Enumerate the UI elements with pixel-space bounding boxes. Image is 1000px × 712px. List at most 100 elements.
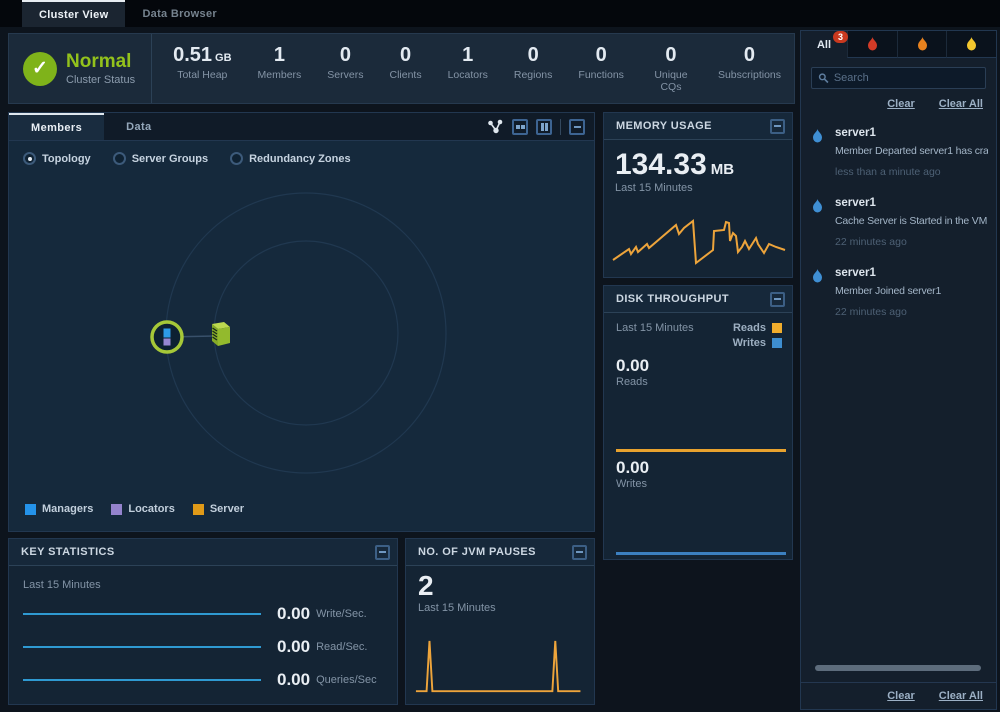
jvm-pauses-panel: NO. OF JVM PAUSES 2 Last 15 Minutes xyxy=(405,538,595,705)
disk-subtitle: Last 15 Minutes xyxy=(616,322,694,352)
radio-dot xyxy=(230,152,243,165)
locators-swatch xyxy=(111,504,122,515)
memory-sparkline xyxy=(610,214,788,272)
alerts-list: server1 Member Departed server1 has cras… xyxy=(801,118,996,328)
jvm-collapse-icon[interactable] xyxy=(572,545,587,560)
metric-servers: 0 Servers xyxy=(314,44,376,93)
tab-cluster-view[interactable]: Cluster View xyxy=(22,0,125,27)
radio-label: Redundancy Zones xyxy=(249,153,350,165)
legend-managers: Managers xyxy=(25,503,93,515)
panel-title: DISK THROUGHPUT xyxy=(616,293,770,305)
topology-legend: Managers Locators Server xyxy=(25,503,244,515)
alerts-sidebar: All 3 Clear Clear All xyxy=(800,30,997,710)
jvm-spikes-chart xyxy=(414,637,582,697)
disk-throughput-panel: DISK THROUGHPUT Last 15 Minutes Reads Wr… xyxy=(603,285,793,560)
legend-server: Server xyxy=(193,503,244,515)
clear-link[interactable]: Clear xyxy=(887,98,915,110)
disk-reads-value: 0.00 xyxy=(616,356,780,376)
panel-title: KEY STATISTICS xyxy=(21,546,375,558)
reads-flatline xyxy=(23,646,261,648)
inner-ring xyxy=(214,241,398,425)
tab-data[interactable]: Data xyxy=(104,113,173,140)
writes-swatch xyxy=(772,338,782,348)
radio-server-groups[interactable]: Server Groups xyxy=(113,152,208,165)
radio-dot xyxy=(113,152,126,165)
memory-value: 134.33 xyxy=(615,148,707,181)
clear-all-link[interactable]: Clear All xyxy=(939,98,983,110)
disk-collapse-icon[interactable] xyxy=(770,292,785,307)
footer-clear-all-link[interactable]: Clear All xyxy=(939,690,983,702)
metric-functions: 0 Functions xyxy=(565,44,637,93)
memory-subtitle: Last 15 Minutes xyxy=(615,182,781,194)
writes-per-sec-row: 0.00 Write/Sec. xyxy=(23,604,383,624)
alerts-tab-error[interactable] xyxy=(897,31,947,58)
alert-item[interactable]: server1 Member Departed server1 has cras… xyxy=(801,118,996,188)
alerts-tabs: All 3 xyxy=(801,31,996,58)
metric-locators: 1 Locators xyxy=(435,44,501,93)
alerts-tab-all[interactable]: All 3 xyxy=(801,31,847,58)
alert-item[interactable]: server1 Cache Server is Started in the V… xyxy=(801,188,996,258)
members-collapse-icon[interactable] xyxy=(569,119,585,135)
graph-view-icon[interactable] xyxy=(487,119,504,135)
legend-locators: Locators xyxy=(111,503,174,515)
writes-flatline xyxy=(616,552,786,555)
queries-flatline xyxy=(23,679,261,681)
metric-unit: GB xyxy=(215,52,232,64)
divider xyxy=(560,119,561,135)
memory-collapse-icon[interactable] xyxy=(770,119,785,134)
server-cube-node[interactable] xyxy=(212,322,230,346)
alerts-search-input[interactable] xyxy=(834,72,979,84)
alert-item[interactable]: server1 Member Joined server1 22 minutes… xyxy=(801,258,996,328)
metric-value: 0.51 xyxy=(173,44,212,66)
alerts-footer: Clear Clear All xyxy=(801,682,996,709)
footer-clear-link[interactable]: Clear xyxy=(887,690,915,702)
queries-per-sec-row: 0.00 Queries/Sec xyxy=(23,670,383,690)
tab-data-browser[interactable]: Data Browser xyxy=(125,0,234,27)
treemap-view-icon[interactable] xyxy=(536,119,552,135)
members-panel: Members Data xyxy=(8,112,595,532)
radio-redundancy-zones[interactable]: Redundancy Zones xyxy=(230,152,350,165)
writes-flatline xyxy=(23,613,261,615)
alerts-scrollbar[interactable] xyxy=(815,665,981,671)
disk-writes-value: 0.00 xyxy=(616,458,649,478)
alerts-tab-severe[interactable] xyxy=(847,31,897,58)
server-swatch xyxy=(193,504,204,515)
members-tab-bar: Members Data xyxy=(9,113,594,141)
search-icon xyxy=(818,72,829,84)
cluster-status-label: Cluster Status xyxy=(66,74,135,86)
cluster-status-value: Normal xyxy=(66,51,135,73)
alerts-search-box xyxy=(811,67,986,89)
alerts-clear-row: Clear Clear All xyxy=(814,98,983,110)
manager-locator-node[interactable] xyxy=(152,322,182,352)
flame-icon-orange xyxy=(917,37,928,51)
metric-subscriptions: 0 Subscriptions xyxy=(705,44,794,93)
panel-title: NO. OF JVM PAUSES xyxy=(418,546,572,558)
reads-flatline xyxy=(616,449,786,452)
radio-dot xyxy=(23,152,36,165)
metric-label: Total Heap xyxy=(173,69,231,81)
disk-legend: Reads Writes xyxy=(733,322,782,352)
metric-members: 1 Members xyxy=(245,44,315,93)
jvm-subtitle: Last 15 Minutes xyxy=(418,602,582,614)
panel-title: MEMORY USAGE xyxy=(616,120,770,132)
alerts-tab-warning[interactable] xyxy=(946,31,996,58)
flame-icon-red xyxy=(867,37,878,51)
grid-view-icon[interactable] xyxy=(512,119,528,135)
topology-graph xyxy=(9,169,594,501)
disk-reads-label: Reads xyxy=(616,376,780,388)
metric-regions: 0 Regions xyxy=(501,44,566,93)
keystats-collapse-icon[interactable] xyxy=(375,545,390,560)
outer-ring xyxy=(166,193,446,473)
disk-writes-label: Writes xyxy=(616,478,649,490)
tab-members[interactable]: Members xyxy=(9,113,104,140)
status-ok-icon: ✓ xyxy=(23,52,57,86)
metric-total-heap: 0.51GB Total Heap xyxy=(160,44,244,93)
radio-topology[interactable]: Topology xyxy=(23,152,91,165)
cluster-metrics: 0.51GB Total Heap 1 Members 0 Servers 0 … xyxy=(152,44,794,93)
managers-swatch xyxy=(25,504,36,515)
cluster-status-block: ✓ Normal Cluster Status xyxy=(9,34,152,103)
metric-unique-cqs: 0 Unique CQs xyxy=(637,44,705,93)
reads-per-sec-row: 0.00 Read/Sec. xyxy=(23,637,383,657)
key-statistics-panel: KEY STATISTICS Last 15 Minutes 0.00 Writ… xyxy=(8,538,398,705)
cluster-status-bar: ✓ Normal Cluster Status 0.51GB Total Hea… xyxy=(8,33,795,104)
